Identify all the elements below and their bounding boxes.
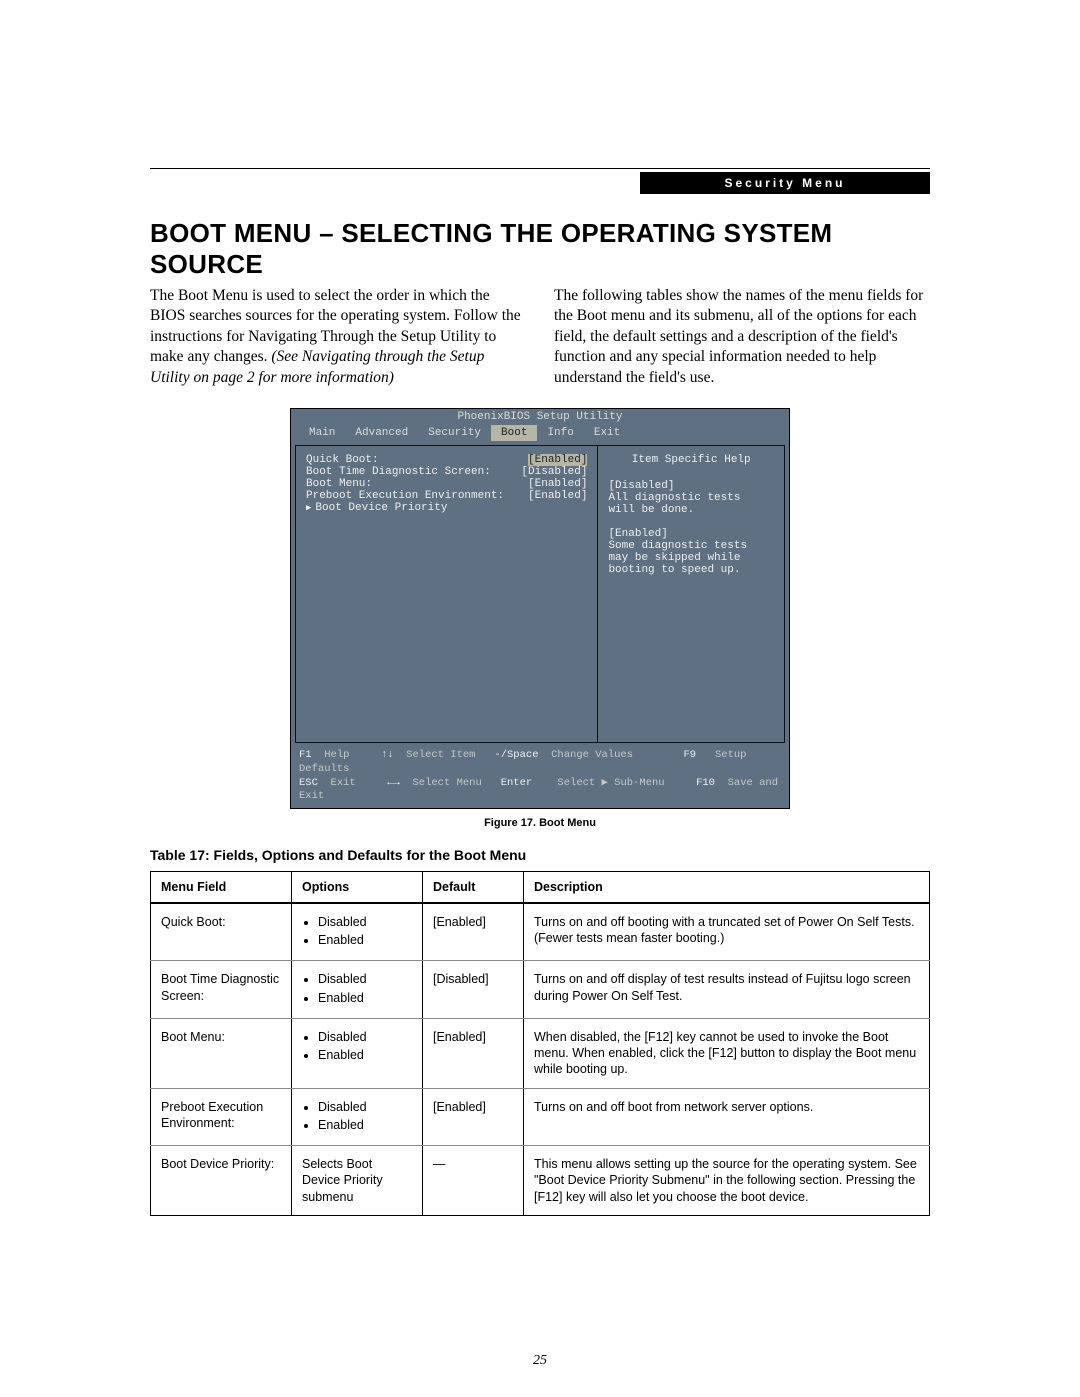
bios-tab-main: Main: [299, 425, 345, 441]
cell-options: DisabledEnabled: [292, 1088, 423, 1146]
table-caption: Table 17: Fields, Options and Defaults f…: [150, 847, 930, 863]
bios-footer: F1 Help ↑↓ Select Item -/Space Change Va…: [291, 747, 789, 808]
bios-left-pane: Quick Boot:[Enabled]Boot Time Diagnostic…: [295, 445, 598, 743]
bios-title: PhoenixBIOS Setup Utility: [291, 409, 789, 425]
bios-row-value: [Enabled]: [528, 490, 587, 502]
bios-row-label: Boot Menu:: [306, 478, 528, 490]
bios-tab-exit: Exit: [584, 425, 630, 441]
cell-options: Selects Boot Device Priority submenu: [292, 1146, 423, 1216]
bios-row: Quick Boot:[Enabled]: [306, 454, 587, 466]
cell-default: [Enabled]: [423, 1018, 524, 1088]
bios-tab-boot: Boot: [491, 425, 537, 441]
document-page: Security Menu Boot Menu – Selecting the …: [0, 0, 1080, 1397]
th-options: Options: [292, 871, 423, 903]
bios-help-body: [Disabled] All diagnostic tests will be …: [608, 480, 774, 576]
intro-left: The Boot Menu is used to select the orde…: [150, 286, 526, 388]
bios-row-label: Preboot Execution Environment:: [306, 490, 528, 502]
table-row: Boot Menu:DisabledEnabled[Enabled]When d…: [151, 1018, 930, 1088]
bios-row: Preboot Execution Environment:[Enabled]: [306, 490, 587, 502]
bios-help-title: Item Specific Help: [608, 454, 774, 466]
fields-table: Menu Field Options Default Description Q…: [150, 871, 930, 1216]
header-rule: [150, 168, 930, 169]
bios-row: Boot Device Priority: [306, 502, 587, 514]
bios-row-value: [Enabled]: [528, 454, 587, 466]
table-row: Quick Boot:DisabledEnabled[Enabled]Turns…: [151, 903, 930, 961]
bios-screenshot: PhoenixBIOS Setup Utility MainAdvancedSe…: [290, 408, 790, 809]
cell-options: DisabledEnabled: [292, 1018, 423, 1088]
table-row: Boot Device Priority:Selects Boot Device…: [151, 1146, 930, 1216]
table-row: Preboot Execution Environment:DisabledEn…: [151, 1088, 930, 1146]
bios-row: Boot Menu:[Enabled]: [306, 478, 587, 490]
page-number: 25: [0, 1353, 1080, 1369]
cell-default: [Enabled]: [423, 1088, 524, 1146]
cell-description: Turns on and off display of test results…: [524, 961, 930, 1019]
page-title: Boot Menu – Selecting the Operating Syst…: [150, 218, 930, 280]
cell-description: When disabled, the [F12] key cannot be u…: [524, 1018, 930, 1088]
th-desc: Description: [524, 871, 930, 903]
cell-field: Preboot Execution Environment:: [151, 1088, 292, 1146]
bios-tabs: MainAdvancedSecurityBootInfoExit: [291, 425, 789, 445]
figure-caption: Figure 17. Boot Menu: [150, 817, 930, 829]
bios-row-label: Boot Device Priority: [306, 502, 587, 514]
cell-field: Boot Menu:: [151, 1018, 292, 1088]
cell-field: Boot Device Priority:: [151, 1146, 292, 1216]
bios-row-value: [Enabled]: [528, 478, 587, 490]
table-header-row: Menu Field Options Default Description: [151, 871, 930, 903]
bios-tab-security: Security: [418, 425, 491, 441]
cell-default: [Enabled]: [423, 903, 524, 961]
cell-field: Quick Boot:: [151, 903, 292, 961]
intro-right: The following tables show the names of t…: [554, 286, 930, 388]
intro-columns: The Boot Menu is used to select the orde…: [150, 286, 930, 388]
table-row: Boot Time Diagnostic Screen:DisabledEnab…: [151, 961, 930, 1019]
cell-default: —: [423, 1146, 524, 1216]
cell-options: DisabledEnabled: [292, 903, 423, 961]
section-badge: Security Menu: [640, 172, 930, 194]
cell-field: Boot Time Diagnostic Screen:: [151, 961, 292, 1019]
bios-help-pane: Item Specific Help [Disabled] All diagno…: [598, 445, 785, 743]
cell-description: This menu allows setting up the source f…: [524, 1146, 930, 1216]
bios-row-label: Boot Time Diagnostic Screen:: [306, 466, 521, 478]
bios-tab-advanced: Advanced: [345, 425, 418, 441]
cell-description: Turns on and off boot from network serve…: [524, 1088, 930, 1146]
cell-description: Turns on and off booting with a truncate…: [524, 903, 930, 961]
th-default: Default: [423, 871, 524, 903]
th-field: Menu Field: [151, 871, 292, 903]
cell-options: DisabledEnabled: [292, 961, 423, 1019]
bios-tab-info: Info: [537, 425, 583, 441]
bios-row: Boot Time Diagnostic Screen:[Disabled]: [306, 466, 587, 478]
cell-default: [Disabled]: [423, 961, 524, 1019]
bios-row-label: Quick Boot:: [306, 454, 528, 466]
bios-row-value: [Disabled]: [521, 466, 587, 478]
